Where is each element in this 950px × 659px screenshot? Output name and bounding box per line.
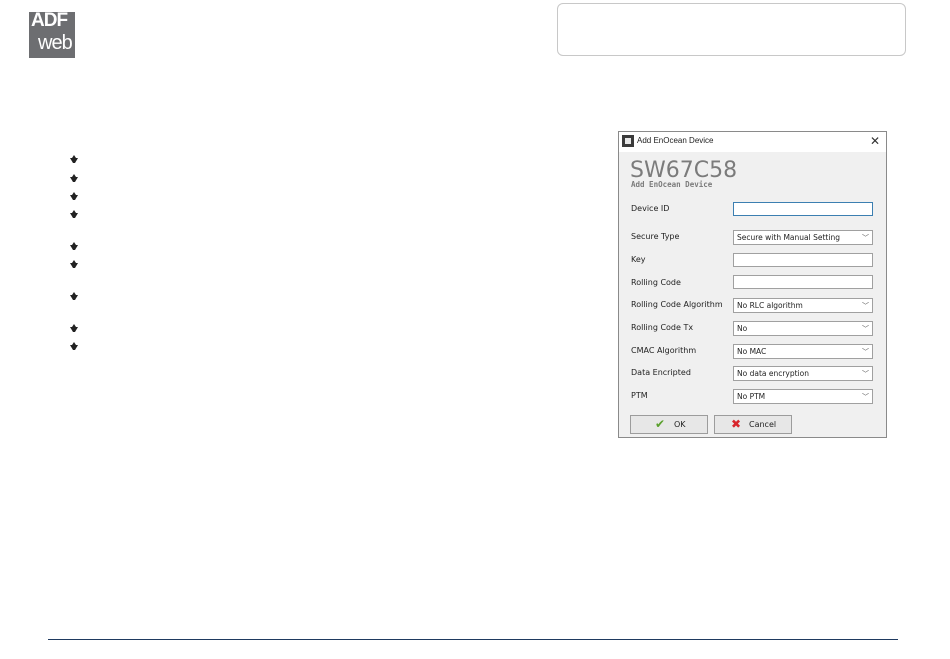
chevron-down-icon: ﹀	[862, 348, 869, 356]
bullet-icon	[70, 155, 78, 163]
device-subheading: Add EnOcean Device	[631, 180, 713, 189]
chevron-down-icon: ﹀	[862, 302, 869, 310]
close-icon[interactable]: ✕	[870, 134, 880, 148]
data-encripted-value: No data encryption	[737, 369, 810, 378]
bullet-icon	[70, 342, 78, 350]
cmac-algorithm-select[interactable]: No MAC ﹀	[733, 344, 873, 359]
secure-type-label: Secure Type	[631, 232, 680, 241]
ok-label: OK	[674, 420, 686, 429]
cmac-algorithm-label: CMAC Algorithm	[631, 346, 697, 355]
logo-line1: ADF	[31, 10, 68, 31]
key-input[interactable]	[733, 253, 873, 267]
rolling-code-algorithm-label: Rolling Code Algorithm	[631, 300, 723, 309]
rolling-code-label: Rolling Code	[631, 278, 681, 287]
dialog-title: Add EnOcean Device	[637, 136, 714, 145]
app-icon	[622, 135, 634, 147]
adfweb-logo: ADF web	[29, 10, 75, 58]
bullet-icon	[70, 292, 78, 300]
red-x-icon: ✖	[731, 417, 742, 431]
chevron-down-icon: ﹀	[862, 234, 869, 242]
device-id-input[interactable]	[733, 202, 873, 216]
bullet-icon	[70, 260, 78, 268]
data-encripted-label: Data Encripted	[631, 368, 691, 377]
cancel-label: Cancel	[749, 420, 777, 429]
rolling-code-tx-value: No	[737, 324, 748, 333]
ok-button[interactable]: ✔ OK	[630, 415, 708, 434]
bullet-icon	[70, 324, 78, 332]
ptm-label: PTM	[631, 391, 648, 400]
rolling-code-tx-select[interactable]: No ﹀	[733, 321, 873, 336]
add-enocean-device-dialog: Add EnOcean Device ✕ SW67C58 Add EnOcean…	[618, 131, 887, 438]
checkmark-icon: ✔	[655, 417, 666, 431]
logo-line2: web	[38, 32, 73, 54]
chevron-down-icon: ﹀	[862, 370, 869, 378]
footer-divider	[48, 639, 898, 640]
bullet-icon	[70, 210, 78, 218]
key-label: Key	[631, 255, 646, 264]
device-id-label: Device ID	[631, 204, 670, 213]
secure-type-value: Secure with Manual Setting	[737, 233, 840, 242]
bullet-icon	[70, 174, 78, 182]
ptm-select[interactable]: No PTM ﹀	[733, 389, 873, 404]
cancel-button[interactable]: ✖ Cancel	[714, 415, 792, 434]
bullet-icon	[70, 192, 78, 200]
data-encripted-select[interactable]: No data encryption ﹀	[733, 366, 873, 381]
cmac-algorithm-value: No MAC	[737, 347, 767, 356]
bullet-icon	[70, 242, 78, 250]
rolling-code-tx-label: Rolling Code Tx	[631, 323, 694, 332]
rolling-code-algorithm-value: No RLC algorithm	[737, 301, 803, 310]
ptm-value: No PTM	[737, 392, 766, 401]
secure-type-select[interactable]: Secure with Manual Setting ﹀	[733, 230, 873, 245]
dialog-titlebar[interactable]: Add EnOcean Device ✕	[619, 132, 886, 152]
rolling-code-algorithm-select[interactable]: No RLC algorithm ﹀	[733, 298, 873, 313]
chevron-down-icon: ﹀	[862, 325, 869, 333]
rolling-code-input[interactable]	[733, 275, 873, 289]
chevron-down-icon: ﹀	[862, 393, 869, 401]
header-box	[557, 3, 906, 56]
